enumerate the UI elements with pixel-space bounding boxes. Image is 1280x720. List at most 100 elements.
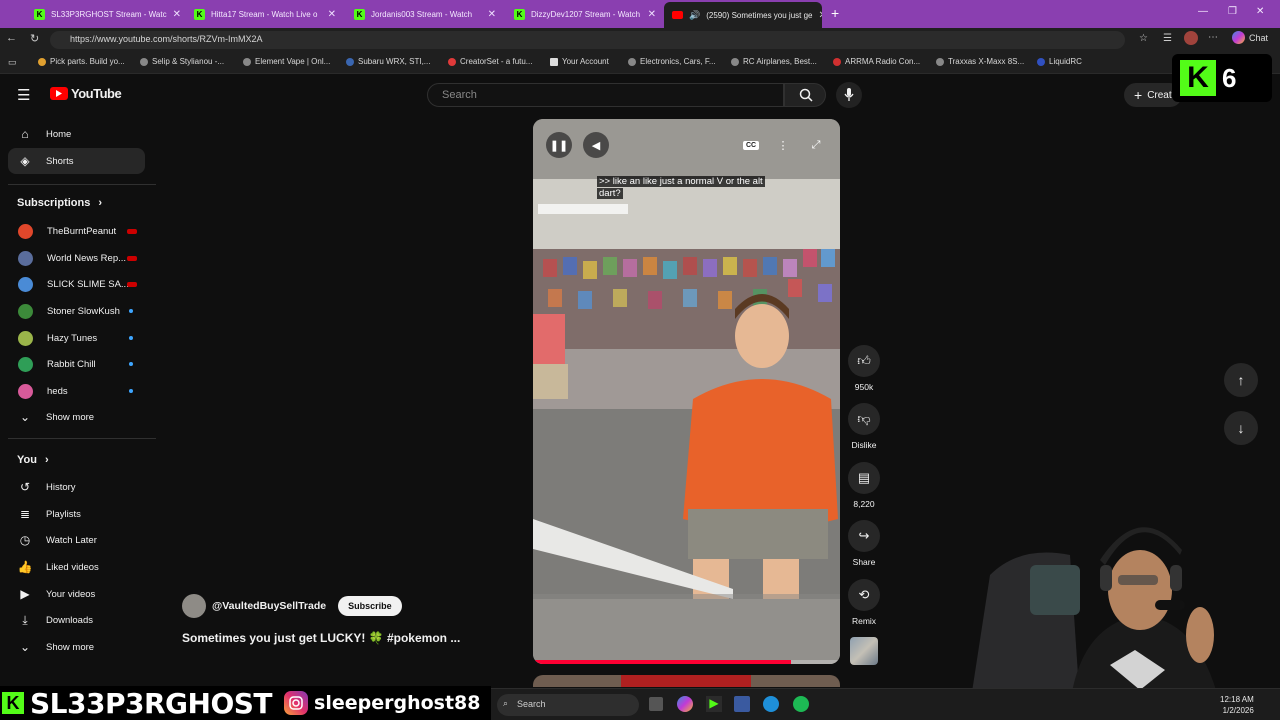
- taskbar-search[interactable]: Search: [497, 694, 639, 716]
- bookmark[interactable]: Selip & Stylianou -...: [140, 57, 224, 66]
- bookmark[interactable]: ARRMA Radio Con...: [833, 57, 920, 66]
- sidebar-subscription[interactable]: SLICK SLIME SA...: [8, 271, 145, 297]
- kick-icon: K: [354, 8, 365, 20]
- like-action[interactable]: 👍︎ 950k: [847, 345, 881, 392]
- bookmark-icon: [550, 57, 558, 66]
- bookmark-icon: [140, 57, 148, 66]
- sidebar-item-liked-videos[interactable]: 👍 Liked videos: [8, 554, 145, 580]
- back-icon[interactable]: ←: [6, 32, 17, 44]
- more-icon[interactable]: ⋯: [1208, 32, 1218, 43]
- sidebar-item-watch-later[interactable]: ◷ Watch Later: [8, 527, 145, 553]
- comments-button[interactable]: ▤: [848, 462, 880, 494]
- extensions-icon[interactable]: ☆: [1139, 33, 1148, 44]
- remix-button[interactable]: ⟲: [848, 579, 880, 611]
- short-title[interactable]: Sometimes you just get LUCKY! 🍀 #pokemon…: [182, 631, 460, 645]
- fullscreen-button[interactable]: ⤢: [803, 132, 829, 158]
- youtube-logo[interactable]: YouTube: [50, 86, 122, 101]
- bookmark-icon: [448, 57, 456, 66]
- more-options-button[interactable]: ⋮: [770, 132, 796, 158]
- app-icon[interactable]: [734, 696, 750, 712]
- refresh-icon[interactable]: ↻: [30, 32, 39, 45]
- task-view-icon[interactable]: [649, 697, 663, 711]
- browser-tab[interactable]: K SL33P3RGHOST Stream - Watc ✕: [26, 3, 184, 25]
- copilot-icon[interactable]: [677, 696, 693, 712]
- channel-name[interactable]: @VaultedBuySellTrade: [212, 600, 326, 612]
- bookmark[interactable]: Electronics, Cars, F...: [628, 57, 716, 66]
- favorites-icon[interactable]: ☰: [1163, 33, 1172, 44]
- previous-short-button[interactable]: ↑: [1224, 363, 1258, 397]
- next-short-preview[interactable]: [533, 675, 840, 687]
- bookmark[interactable]: Element Vape | Onl...: [243, 57, 330, 66]
- maximize-icon[interactable]: ❐: [1228, 6, 1237, 17]
- bookmark[interactable]: LiquidRC: [1037, 57, 1082, 66]
- short-video-player[interactable]: ❚❚ ◀ CC ⋮ ⤢: [533, 119, 840, 664]
- comments-action[interactable]: ▤ 8,220: [847, 462, 881, 509]
- bookmark[interactable]: Subaru WRX, STI,...: [346, 57, 430, 66]
- sidebar-toggle-icon[interactable]: ▭: [8, 57, 17, 68]
- sidebar-item-history[interactable]: ↺ History: [8, 474, 145, 500]
- sidebar-subscription[interactable]: Rabbit Chill: [8, 351, 145, 377]
- close-icon[interactable]: ✕: [648, 9, 656, 20]
- sidebar-item-shorts[interactable]: ◈ Shorts: [8, 148, 145, 174]
- show-more-you[interactable]: ⌄ Show more: [8, 634, 145, 660]
- you-heading[interactable]: You ›: [17, 454, 49, 466]
- show-more-subscriptions[interactable]: ⌄ Show more: [8, 404, 145, 430]
- bookmark[interactable]: Your Account: [550, 57, 609, 66]
- sidebar-subscription[interactable]: Hazy Tunes: [8, 325, 145, 351]
- dislike-button[interactable]: 👎︎: [848, 403, 880, 435]
- remix-action[interactable]: ⟲ Remix: [847, 579, 881, 626]
- close-icon[interactable]: ✕: [173, 9, 181, 20]
- browser-tab[interactable]: K DizzyDev1207 Stream - Watch ✕: [506, 3, 664, 25]
- next-short-button[interactable]: ↓: [1224, 411, 1258, 445]
- sidebar-item-playlists[interactable]: ≣ Playlists: [8, 501, 145, 527]
- subscribe-button[interactable]: Subscribe: [338, 596, 402, 616]
- browser-tab[interactable]: K Hitta17 Stream - Watch Live o ✕: [186, 3, 344, 25]
- edge-icon[interactable]: [763, 696, 779, 712]
- copilot-chat-button[interactable]: Chat: [1232, 31, 1268, 44]
- subscriptions-heading[interactable]: Subscriptions ›: [17, 197, 102, 209]
- sidebar-subscription[interactable]: TheBurntPeanut: [8, 218, 145, 244]
- bookmark[interactable]: Traxxas X-Maxx 8S...: [936, 57, 1024, 66]
- like-button[interactable]: 👍︎: [848, 345, 880, 377]
- close-window-icon[interactable]: ✕: [1256, 6, 1264, 17]
- bookmark-label: Traxxas X-Maxx 8S...: [948, 57, 1025, 66]
- progress-track[interactable]: [533, 660, 840, 664]
- close-icon[interactable]: ✕: [819, 10, 823, 21]
- pause-button[interactable]: ❚❚: [546, 132, 572, 158]
- search-button[interactable]: [784, 83, 826, 107]
- channel-avatar[interactable]: [182, 594, 206, 618]
- sidebar-subscription[interactable]: Stoner SlowKush: [8, 298, 145, 324]
- profile-avatar[interactable]: [1184, 31, 1198, 45]
- sidebar-item-label: Shorts: [46, 155, 74, 167]
- video-caption: >> like an like just a normal V or the a…: [597, 176, 779, 200]
- sidebar-item-your-videos[interactable]: ▶ Your videos: [8, 581, 145, 607]
- sidebar-item-home[interactable]: ⌂ Home: [8, 121, 145, 147]
- share-button[interactable]: ↪: [848, 520, 880, 552]
- new-tab-icon[interactable]: +: [831, 5, 839, 21]
- bookmark[interactable]: Pick parts. Build yo...: [38, 57, 125, 66]
- browser-tab-active[interactable]: 🔊 (2590) Sometimes you just ge ✕: [664, 2, 822, 28]
- streamer-social-overlay: K SL33P3RGHOST sleeperghost88: [0, 686, 491, 720]
- kick-app-icon[interactable]: ▶: [706, 696, 722, 712]
- sidebar-subscription[interactable]: World News Rep...: [8, 245, 145, 271]
- voice-search-button[interactable]: [836, 82, 862, 108]
- streamer-name: SL33P3RGHOST: [30, 686, 273, 720]
- close-icon[interactable]: ✕: [328, 9, 336, 20]
- sound-thumbnail[interactable]: [850, 637, 878, 665]
- bookmark[interactable]: RC Airplanes, Best...: [731, 57, 817, 66]
- captions-button[interactable]: CC: [738, 132, 764, 158]
- spotify-icon[interactable]: [793, 696, 809, 712]
- menu-icon[interactable]: ☰: [17, 86, 30, 104]
- url-field[interactable]: https://www.youtube.com/shorts/RZVm-ImMX…: [50, 31, 1125, 49]
- search-input[interactable]: Search: [427, 83, 784, 107]
- browser-tab[interactable]: K Jordanis003 Stream - Watch ✕: [346, 3, 504, 25]
- dislike-action[interactable]: 👎︎ Dislike: [847, 403, 881, 450]
- close-icon[interactable]: ✕: [488, 9, 496, 20]
- taskbar-clock[interactable]: 12:18 AM 1/2/2026: [1220, 694, 1254, 716]
- sidebar-subscription[interactable]: heds: [8, 378, 145, 404]
- minimize-icon[interactable]: —: [1198, 6, 1208, 17]
- sidebar-item-downloads[interactable]: ⤓ Downloads: [8, 607, 145, 633]
- bookmark[interactable]: CreatorSet - a futu...: [448, 57, 532, 66]
- share-action[interactable]: ↪ Share: [847, 520, 881, 567]
- volume-button[interactable]: ◀: [583, 132, 609, 158]
